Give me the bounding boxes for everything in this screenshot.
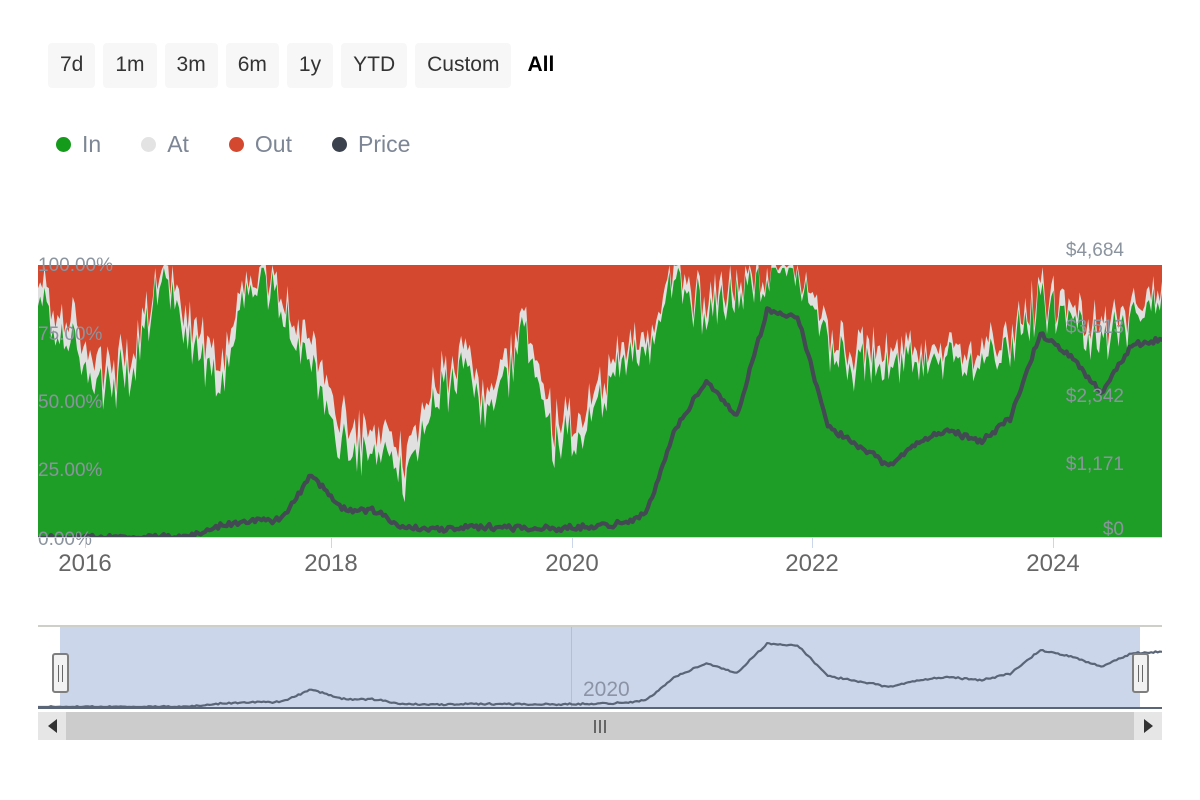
scroll-right-button[interactable] xyxy=(1134,712,1162,740)
navigator-sparkline-svg xyxy=(38,641,1162,709)
legend-item-price[interactable]: Price xyxy=(332,133,410,156)
scrollbar-grip-line xyxy=(599,719,601,733)
navigator-price-line xyxy=(38,641,1162,709)
legend-dot-out-icon xyxy=(228,137,244,152)
x-tick-label-2018: 2018 xyxy=(304,550,358,577)
scrollbar-grip-line xyxy=(594,719,596,733)
range-button-1m[interactable]: 1m xyxy=(103,43,157,88)
scrollbar-grip-line xyxy=(604,719,606,733)
legend-label-price: Price xyxy=(358,131,411,157)
range-button-all[interactable]: All xyxy=(519,43,562,88)
x-tick-mark-2022 xyxy=(812,538,813,548)
legend-item-in[interactable]: In xyxy=(56,133,101,156)
handle-grip-line xyxy=(1138,664,1139,682)
y-axis-right-label-4684: $4,684 xyxy=(1065,240,1124,261)
x-tick-label-2020: 2020 xyxy=(545,550,599,577)
range-button-6m[interactable]: 6m xyxy=(225,43,279,88)
x-tick-label-2022: 2022 xyxy=(785,550,839,577)
chart-scrollbar[interactable] xyxy=(38,712,1162,740)
navigator-baseline xyxy=(38,707,1162,709)
scroll-left-button[interactable] xyxy=(38,712,66,740)
legend-dot-in-icon xyxy=(56,137,71,152)
range-button-3m[interactable]: 3m xyxy=(164,43,218,88)
x-tick-mark-2018 xyxy=(331,538,332,548)
navigator[interactable]: 2020 xyxy=(38,625,1162,709)
arrow-right-icon xyxy=(1143,719,1153,733)
range-button-1y[interactable]: 1y xyxy=(286,43,334,88)
stacked-area-svg xyxy=(38,265,1162,538)
x-tick-mark-2016 xyxy=(85,538,86,548)
x-tick-mark-2024 xyxy=(1053,538,1054,548)
range-button-custom[interactable]: Custom xyxy=(415,43,512,88)
arrow-left-icon xyxy=(47,719,57,733)
chart-page: 7d 1m 3m 6m 1y YTD Custom All In At Out … xyxy=(0,0,1200,800)
legend-dot-price-icon xyxy=(332,137,347,152)
legend-label-out: Out xyxy=(254,131,292,157)
x-tick-mark-2020 xyxy=(572,538,573,548)
legend-dot-at-icon xyxy=(141,137,157,152)
x-axis: 2016 2018 2020 2022 2024 xyxy=(0,538,1200,588)
x-tick-label-2024: 2024 xyxy=(1026,550,1080,577)
right-drag-handle[interactable] xyxy=(1132,653,1149,693)
range-button-ytd[interactable]: YTD xyxy=(341,43,408,88)
main-chart-plot-area[interactable] xyxy=(38,265,1162,538)
legend-item-at[interactable]: At xyxy=(141,133,189,156)
legend-item-out[interactable]: Out xyxy=(228,131,292,157)
handle-grip-line xyxy=(58,664,59,682)
handle-grip-line xyxy=(62,664,63,682)
legend-label-in: In xyxy=(82,131,102,157)
handle-grip-line xyxy=(1142,664,1143,682)
x-tick-label-2016: 2016 xyxy=(58,550,112,577)
scrollbar-thumb[interactable] xyxy=(66,712,1134,740)
range-button-7d[interactable]: 7d xyxy=(48,43,96,88)
chart-legend: In At Out Price xyxy=(56,133,410,156)
legend-label-at: At xyxy=(167,131,189,157)
range-selector: 7d 1m 3m 6m 1y YTD Custom All xyxy=(48,43,562,88)
left-drag-handle[interactable] xyxy=(52,653,69,693)
